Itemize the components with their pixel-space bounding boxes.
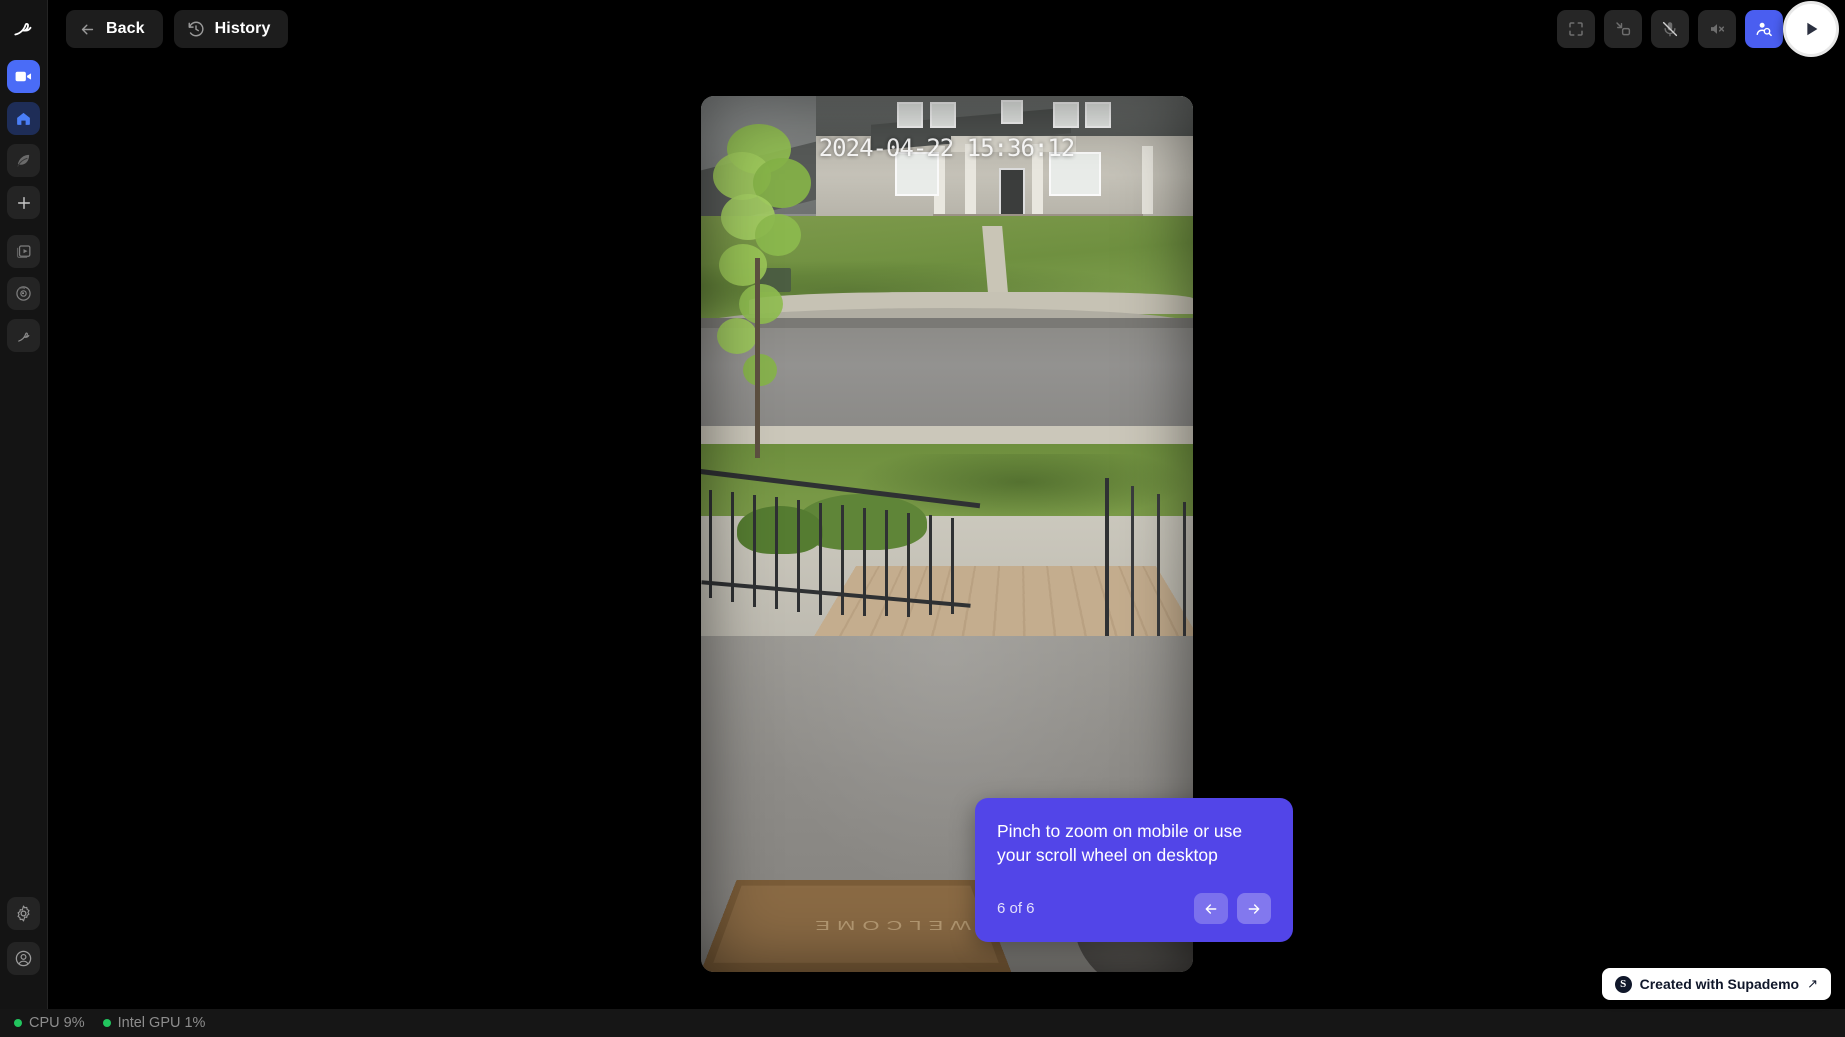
- side-railing: [1097, 477, 1193, 658]
- supademo-label: Created with Supademo: [1639, 976, 1800, 992]
- bird-branch-icon: [18, 332, 30, 342]
- pip-collapse-icon: [1616, 22, 1631, 36]
- arrow-left-icon: [79, 21, 96, 38]
- fullscreen-button[interactable]: [1557, 10, 1595, 48]
- history-label: History: [214, 20, 271, 37]
- speaker-mute-icon: [1711, 24, 1725, 34]
- toolbar-right-group: [1557, 1, 1845, 57]
- history-button[interactable]: History: [173, 10, 289, 48]
- doormat-text: WELCOME: [807, 917, 971, 933]
- leaf-icon: [17, 154, 30, 167]
- back-label: Back: [106, 20, 145, 37]
- supademo-logo-icon: S: [1614, 975, 1632, 993]
- status-dot-icon: [14, 1019, 22, 1027]
- history-clock-icon: [187, 20, 205, 38]
- tooltip-nav: [1194, 893, 1271, 925]
- sidebar-secondary-group: [7, 235, 40, 352]
- status-bar: CPU 9% Intel GPU 1%: [0, 1009, 1845, 1037]
- gear-icon: [17, 905, 30, 922]
- onboarding-tooltip: Pinch to zoom on mobile or use your scro…: [975, 798, 1293, 943]
- tooltip-text: Pinch to zoom on mobile or use your scro…: [997, 821, 1243, 866]
- sidebar-item-settings[interactable]: [7, 897, 40, 930]
- status-cpu-label: CPU 9%: [29, 1015, 85, 1031]
- media-library-icon: [16, 245, 31, 259]
- speaker-mute-button[interactable]: [1698, 10, 1736, 48]
- microphone-off-icon: [1662, 21, 1678, 37]
- sidebar-item-clips[interactable]: [7, 235, 40, 268]
- supademo-badge[interactable]: S Created with Supademo ↗: [1601, 968, 1831, 1000]
- app-logo[interactable]: [0, 0, 48, 56]
- tooltip-footer: 6 of 6: [997, 893, 1271, 925]
- sidebar-item-nature[interactable]: [7, 144, 40, 177]
- sidebar-item-account[interactable]: [7, 942, 40, 975]
- user-circle-icon: [15, 950, 32, 967]
- picture-in-picture-button[interactable]: [1604, 10, 1642, 48]
- video-camera-icon: [15, 71, 32, 82]
- status-gpu-label: Intel GPU 1%: [117, 1015, 206, 1031]
- arrow-left-icon: [1205, 904, 1217, 914]
- microphone-off-button[interactable]: [1651, 10, 1689, 48]
- sidebar-primary-group: [7, 60, 40, 219]
- bird-logo-icon: [13, 22, 31, 36]
- status-item-gpu: Intel GPU 1%: [102, 1015, 206, 1031]
- person-search-icon: [1756, 22, 1772, 37]
- sidebar-item-brand[interactable]: [7, 319, 40, 352]
- sidebar-bottom-group: [7, 897, 40, 975]
- external-link-icon: ↗: [1807, 976, 1818, 991]
- sidebar-item-home[interactable]: [7, 102, 40, 135]
- arrow-right-icon: [1248, 904, 1260, 914]
- sidebar-item-add[interactable]: [7, 186, 40, 219]
- person-search-button[interactable]: [1745, 10, 1783, 48]
- top-toolbar: Back History: [48, 0, 1845, 58]
- video-stage: WELCOME 2024-04-22 15:36:12 Pinch to zoo…: [48, 58, 1845, 1009]
- tooltip-prev-button[interactable]: [1194, 893, 1228, 925]
- tooltip-counter: 6 of 6: [997, 900, 1035, 918]
- app-root: Back History WELCOME 2024-04-22 15:36:12…: [0, 0, 1845, 1037]
- sidebar-item-radar[interactable]: [7, 277, 40, 310]
- fullscreen-icon: [1569, 22, 1583, 36]
- toolbar-left-group: Back History: [48, 10, 289, 48]
- tree: [709, 118, 829, 458]
- sidebar: [0, 0, 48, 1037]
- play-icon: [1807, 22, 1818, 36]
- play-button[interactable]: [1783, 1, 1839, 57]
- home-icon: [17, 112, 30, 125]
- tooltip-next-button[interactable]: [1237, 893, 1271, 925]
- status-dot-icon: [102, 1019, 111, 1027]
- back-button[interactable]: Back: [66, 10, 163, 48]
- status-item-cpu: CPU 9%: [14, 1015, 85, 1031]
- plus-icon: [17, 196, 30, 209]
- porch-railing: [700, 468, 981, 617]
- video-timestamp: 2024-04-22 15:36:12: [818, 133, 1076, 162]
- sidebar-item-cameras[interactable]: [7, 60, 40, 93]
- disc-radar-icon: [16, 286, 31, 301]
